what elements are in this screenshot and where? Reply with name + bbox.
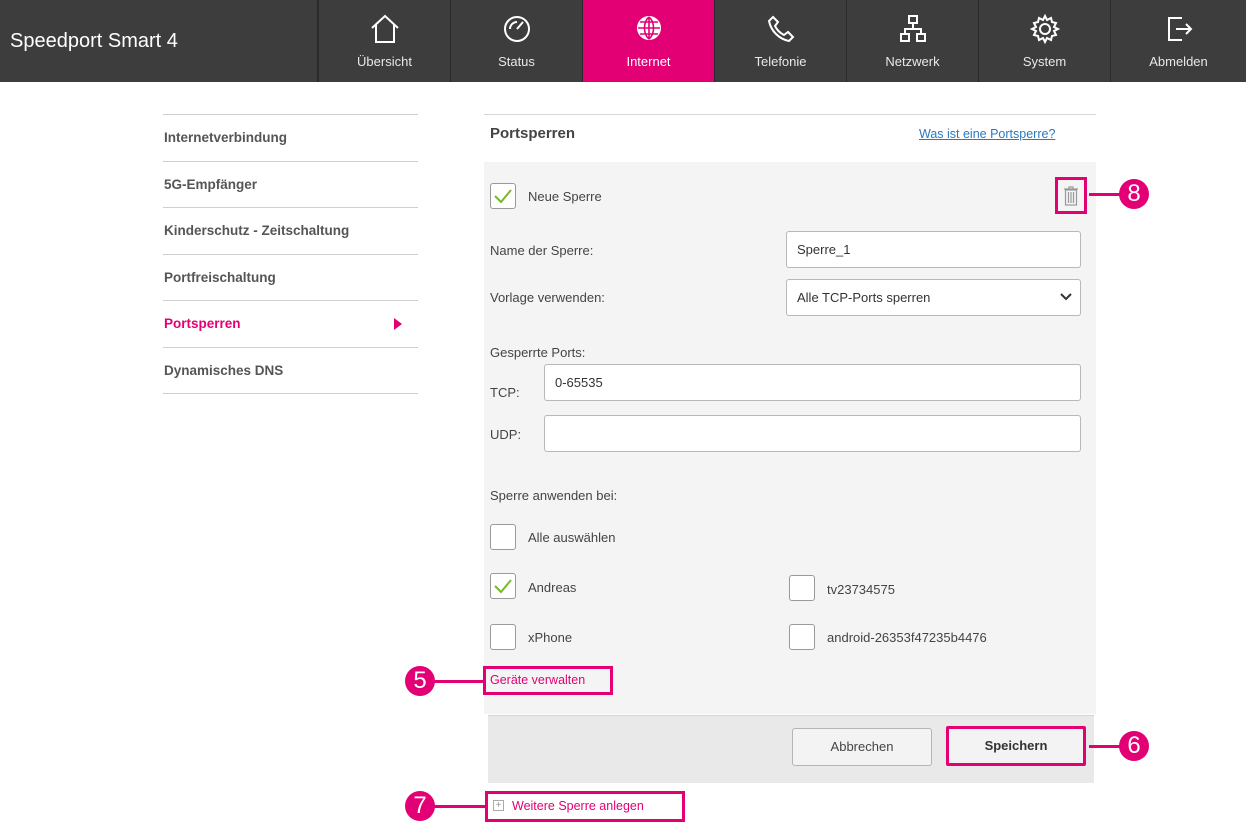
udp-ports-input[interactable]: [544, 415, 1081, 452]
nav-tab-telefonie[interactable]: Telefonie: [714, 0, 846, 82]
callout-line: [1089, 193, 1121, 196]
nav-label: Telefonie: [754, 54, 807, 69]
add-rule-label: Weitere Sperre anlegen: [512, 799, 644, 813]
gear-icon: [1029, 13, 1060, 45]
template-select[interactable]: Alle TCP-Ports sperren: [786, 279, 1081, 316]
divider: [484, 114, 1096, 115]
save-button[interactable]: Speichern: [946, 726, 1086, 766]
nav-label: Status: [498, 54, 535, 69]
blocked-ports-heading: Gesperrte Ports:: [490, 345, 586, 360]
cancel-button[interactable]: Abbrechen: [792, 728, 932, 766]
sidebar-item-portsperren[interactable]: Portsperren: [163, 301, 418, 348]
manage-devices-link[interactable]: Geräte verwalten: [483, 666, 613, 695]
callout-marker-delete: 8: [1119, 179, 1149, 209]
device-label-tv: tv23734575: [827, 582, 895, 597]
nav-label: Abmelden: [1149, 54, 1208, 69]
sidebar-menu: Internetverbindung 5G-Empfänger Kindersc…: [163, 114, 418, 394]
checkmark-icon: [494, 189, 512, 204]
add-rule-link[interactable]: + Weitere Sperre anlegen: [485, 791, 685, 822]
template-label: Vorlage verwenden:: [490, 290, 605, 305]
callout-line: [433, 805, 485, 808]
apply-to-heading: Sperre anwenden bei:: [490, 488, 618, 503]
device-label-andreas: Andreas: [528, 580, 577, 595]
select-all-label: Alle auswählen: [528, 530, 616, 545]
sidebar-item-dynamisches-dns[interactable]: Dynamisches DNS: [163, 348, 418, 394]
sidebar-item-kinderschutz[interactable]: Kinderschutz - Zeitschaltung: [163, 208, 418, 255]
rule-enabled-checkbox[interactable]: [490, 183, 516, 209]
phone-icon: [767, 15, 794, 43]
device-checkbox-android[interactable]: [789, 624, 815, 650]
device-label-xphone: xPhone: [528, 630, 573, 645]
nav-tab-internet[interactable]: Internet: [582, 0, 714, 82]
nav-tab-status[interactable]: Status: [450, 0, 582, 82]
top-navigation-bar: Speedport Smart 4 Übersicht Status Inter…: [0, 0, 1246, 82]
nav-label: System: [1022, 54, 1067, 69]
network-icon: [899, 15, 926, 42]
sidebar-item-internetverbindung[interactable]: Internetverbindung: [163, 115, 418, 162]
callout-line: [1089, 745, 1121, 748]
tcp-ports-input[interactable]: [544, 364, 1081, 401]
nav-label: Internet: [626, 54, 671, 69]
nav-tab-abmelden[interactable]: Abmelden: [1110, 0, 1246, 82]
device-label-android: android-26353f47235b4476: [827, 630, 987, 645]
nav-tab-netzwerk[interactable]: Netzwerk: [846, 0, 978, 82]
nav-label: Netzwerk: [885, 54, 940, 69]
sidebar-item-portfreischaltung[interactable]: Portfreischaltung: [163, 255, 418, 301]
logout-icon: [1167, 17, 1192, 41]
nav-tab-system[interactable]: System: [978, 0, 1110, 82]
tcp-label: TCP:: [490, 385, 520, 400]
gauge-icon: [503, 16, 530, 42]
help-link[interactable]: Was ist eine Portsperre?: [919, 127, 1055, 141]
trash-icon: [1064, 186, 1078, 206]
page-title: Portsperren: [490, 125, 576, 142]
plus-icon: +: [493, 800, 504, 812]
rule-name-label: Name der Sperre:: [490, 243, 594, 258]
nav-label: Übersicht: [357, 54, 412, 69]
home-icon: [370, 14, 399, 43]
udp-label: UDP:: [490, 427, 522, 442]
sidebar-item-5g-empfaenger[interactable]: 5G-Empfänger: [163, 162, 418, 208]
callout-marker-manage-devices: 5: [405, 666, 435, 696]
rule-name-input[interactable]: [786, 231, 1081, 268]
device-checkbox-xphone[interactable]: [490, 624, 516, 650]
chevron-down-icon: [1060, 293, 1072, 301]
callout-marker-add-rule: 7: [405, 791, 435, 821]
app-title: Speedport Smart 4: [0, 0, 318, 82]
select-all-checkbox[interactable]: [490, 524, 516, 550]
template-selected-value: Alle TCP-Ports sperren: [797, 290, 931, 305]
rule-enabled-label: Neue Sperre: [528, 189, 602, 204]
callout-line: [433, 680, 483, 683]
sidebar-item-label: Portsperren: [164, 316, 241, 331]
device-checkbox-andreas[interactable]: [490, 573, 516, 599]
callout-marker-save: 6: [1119, 731, 1149, 761]
delete-rule-button[interactable]: [1055, 177, 1087, 214]
active-arrow-icon: [394, 318, 402, 330]
nav-tab-uebersicht[interactable]: Übersicht: [318, 0, 450, 82]
device-checkbox-tv[interactable]: [789, 575, 815, 601]
globe-icon: [636, 16, 661, 40]
checkmark-icon: [494, 579, 512, 594]
